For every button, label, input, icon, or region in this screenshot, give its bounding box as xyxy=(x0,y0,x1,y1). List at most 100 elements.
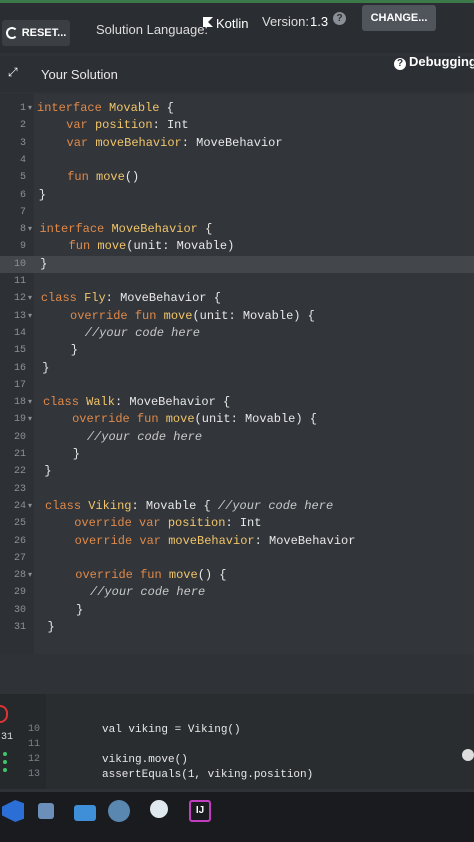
line-number: 10 xyxy=(13,258,26,270)
line-number: 18 xyxy=(13,397,26,409)
test-editor[interactable]: 10 val viking = Viking() 11 12 viking.move()… xyxy=(0,694,474,789)
code-line[interactable]: 27 xyxy=(0,550,474,567)
code-text: class Walk: MoveBehavior { xyxy=(42,395,231,410)
scroll-handle[interactable] xyxy=(462,749,474,761)
code-line[interactable]: 3 var moveBehavior: MoveBehavior xyxy=(0,135,474,152)
code-line[interactable]: 9 fun move(unit: Movable) xyxy=(0,238,474,255)
code-line[interactable]: 7 xyxy=(0,204,474,221)
line-number: 24 xyxy=(13,500,26,512)
code-text: override var position: Int xyxy=(74,516,262,531)
code-text: class Viking: Movable { //your code here xyxy=(45,498,334,513)
code-line[interactable]: 23 xyxy=(0,481,474,498)
code-line[interactable]: 13 ▾ override fun move(unit: Movable) { xyxy=(0,308,474,325)
code-text: interface Movable { xyxy=(37,101,174,115)
code-line[interactable]: 20 //your code here xyxy=(0,429,474,446)
side-line-ref: 31 xyxy=(1,732,14,743)
code-text: var position: Int xyxy=(66,118,189,133)
line-number: 1 xyxy=(19,103,26,114)
code-text: override fun move(unit: Movable) { xyxy=(70,308,315,323)
fold-arrow-icon[interactable]: ▾ xyxy=(28,394,32,411)
code-line[interactable]: 4 xyxy=(0,152,474,169)
code-line[interactable]: 18 ▾ class Walk: MoveBehavior { xyxy=(0,394,474,411)
code-text: class Fly: MoveBehavior { xyxy=(40,291,221,306)
line-number: 21 xyxy=(13,449,26,460)
fold-arrow-icon[interactable]: ▾ xyxy=(28,411,32,428)
debugging-label: Debugging xyxy=(409,54,474,69)
line-number: 4 xyxy=(19,154,26,166)
test-line[interactable]: 12 viking.move() xyxy=(0,752,474,768)
code-line[interactable]: 15 } xyxy=(0,342,474,359)
code-text: } xyxy=(40,256,48,271)
database-icon[interactable] xyxy=(108,800,130,822)
test-line[interactable]: 13 assertEquals(1, viking.position) xyxy=(0,767,474,783)
code-text: fun move() xyxy=(67,170,140,185)
line-number: 17 xyxy=(13,379,26,391)
line-number: 30 xyxy=(13,604,26,616)
status-dots xyxy=(3,752,7,776)
fold-arrow-icon[interactable]: ▾ xyxy=(28,221,32,238)
code-line[interactable]: 30 } xyxy=(0,602,474,619)
code-line[interactable]: 5 fun move() xyxy=(0,169,474,186)
code-line[interactable]: 31} xyxy=(0,619,474,636)
code-line[interactable]: 10} xyxy=(0,255,474,273)
line-number: 15 xyxy=(13,345,26,357)
code-line[interactable]: 28 ▾ override fun move() { xyxy=(0,567,474,584)
line-number: 23 xyxy=(13,483,26,495)
line-number: 29 xyxy=(13,587,26,599)
code-line[interactable]: 11 xyxy=(0,273,474,290)
version-label: Version: xyxy=(262,14,309,29)
code-line[interactable]: 17 xyxy=(0,377,474,394)
code-text: } xyxy=(42,360,50,375)
version-value: 1.3 xyxy=(310,14,329,29)
code-editor[interactable]: 1 ▾ interface Movable {2 var position: Int… xyxy=(0,94,474,654)
line-number: 25 xyxy=(13,518,26,530)
code-line[interactable]: 14 //your code here xyxy=(0,325,474,342)
fold-arrow-icon[interactable]: ▾ xyxy=(28,100,32,117)
code-line[interactable]: 16} xyxy=(0,360,474,377)
help-icon[interactable]: ? xyxy=(333,12,346,25)
test-line[interactable]: 11 xyxy=(0,737,474,753)
line-number: 3 xyxy=(19,137,26,149)
reset-button[interactable]: RESET... xyxy=(2,20,70,46)
fold-arrow-icon[interactable]: ▾ xyxy=(28,290,32,307)
code-line[interactable]: 12 ▾ class Fly: MoveBehavior { xyxy=(0,290,474,307)
fold-arrow-icon[interactable]: ▾ xyxy=(28,567,32,584)
debugging-link[interactable]: ? Debugging xyxy=(394,54,474,70)
test-line[interactable]: 10 val viking = Viking() xyxy=(0,722,474,738)
help-circle-icon: ? xyxy=(394,58,406,70)
code-line[interactable]: 6} xyxy=(0,187,474,204)
line-number: 12 xyxy=(27,754,40,765)
code-line[interactable]: 29 //your code here xyxy=(0,584,474,601)
expand-icon[interactable]: ⤢ xyxy=(8,65,20,79)
mail-icon[interactable] xyxy=(74,805,96,821)
line-number: 6 xyxy=(19,189,26,201)
fold-arrow-icon[interactable]: ▾ xyxy=(28,498,32,515)
code-line[interactable]: 21 } xyxy=(0,446,474,463)
browser-icon[interactable] xyxy=(150,800,168,818)
line-number: 13 xyxy=(27,769,40,780)
code-text: fun move(unit: Movable) xyxy=(68,239,235,254)
fold-arrow-icon[interactable]: ▾ xyxy=(28,308,32,325)
taskbar xyxy=(0,792,474,842)
code-text: assertEquals(1, viking.position) xyxy=(102,769,314,781)
intellij-icon[interactable]: IJ xyxy=(189,800,211,822)
app-icon[interactable] xyxy=(38,803,54,819)
reset-label: RESET... xyxy=(21,27,67,39)
line-number: 22 xyxy=(13,466,26,478)
code-text: } xyxy=(44,447,81,461)
line-number: 8 xyxy=(19,224,26,236)
code-line[interactable]: 24 ▾ class Viking: Movable { //your code h… xyxy=(0,498,474,515)
line-number: 26 xyxy=(13,535,26,547)
language-value: Kotlin xyxy=(216,16,249,31)
code-line[interactable]: 2 var position: Int xyxy=(0,117,474,134)
code-line[interactable]: 1 ▾ interface Movable { xyxy=(0,100,474,117)
code-line[interactable]: 26 override var moveBehavior: MoveBehavi… xyxy=(0,533,474,550)
code-line[interactable]: 8 ▾ interface MoveBehavior { xyxy=(0,221,474,238)
line-number: 31 xyxy=(13,622,26,633)
code-line[interactable]: 22} xyxy=(0,463,474,480)
line-number: 10 xyxy=(27,724,40,735)
code-text: //your code here xyxy=(86,429,203,444)
change-language-button[interactable]: CHANGE... xyxy=(362,5,436,31)
code-line[interactable]: 19 ▾ override fun move(unit: Movable) { xyxy=(0,411,474,428)
code-line[interactable]: 25 override var position: Int xyxy=(0,515,474,532)
